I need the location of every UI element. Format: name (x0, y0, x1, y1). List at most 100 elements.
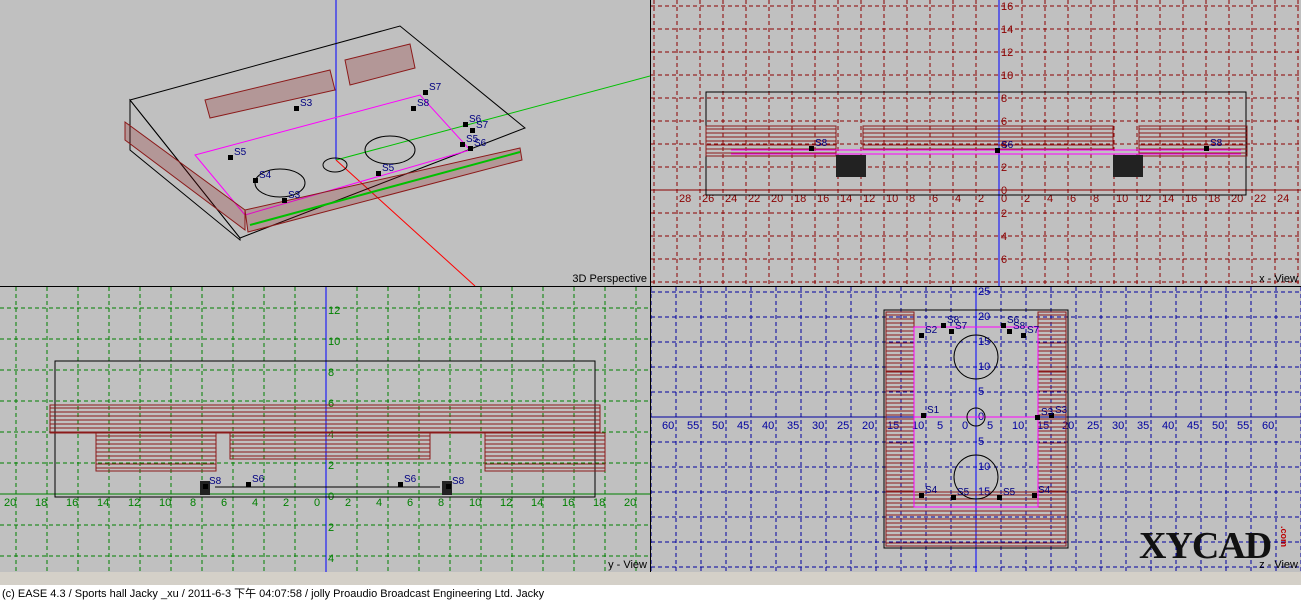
y-tick-label: 4 (328, 553, 334, 565)
x-tick-label: 18 (593, 497, 605, 509)
x-tick-label: 2 (283, 497, 289, 509)
speaker-marker (809, 146, 814, 151)
speaker-marker (919, 333, 924, 338)
speaker-label: S1 (927, 405, 940, 416)
x-tick-label: 30 (1112, 420, 1124, 432)
speaker-label: S3 (1055, 405, 1068, 416)
x-view-label: x - View (1259, 273, 1298, 285)
speaker-label: S4 (925, 485, 938, 496)
seating-right (244, 147, 523, 233)
y-view-viewport[interactable]: 20 18 16 14 12 10 8 6 4 2 0 2 4 6 8 10 12 14 16 18 20 12 10 8 6 4… (0, 287, 650, 572)
speaker-marker (460, 142, 465, 147)
y-tick-label: 4 (1001, 231, 1007, 243)
x-view-canvas: 28 26 24 22 20 18 16 14 12 10 8 6 4 2 0 2 4 6 8 10 12 14 16 18 2… (651, 0, 1301, 286)
speaker-marker (470, 128, 475, 133)
x-tick-label: 50 (712, 420, 724, 432)
y-tick-label: 2 (328, 522, 334, 534)
speaker-marker (446, 484, 451, 489)
xycad-logo: XYCAD .com (1139, 520, 1289, 570)
y-tick-label: 12 (328, 305, 340, 317)
speaker-marker (995, 148, 1000, 153)
x-tick-label: 24 (1277, 193, 1289, 205)
x-tick-label: 4 (252, 497, 258, 509)
x-tick-label: 4 (376, 497, 382, 509)
status-spacer (0, 572, 1301, 585)
speaker-marker (921, 413, 926, 418)
speaker-label: S4 (259, 170, 272, 181)
y-tick-label: 10 (978, 461, 990, 473)
speaker-marker (253, 178, 258, 183)
seating-center (862, 125, 1114, 151)
x-tick-label: 28 (679, 193, 691, 205)
y-view-canvas: 20 18 16 14 12 10 8 6 4 2 0 2 4 6 8 10 12 14 16 18 201210864… (0, 287, 650, 572)
x-tick-label: 25 (1087, 420, 1099, 432)
y-tick-label: 12 (1001, 47, 1013, 59)
y-tick-label: 25 (978, 287, 990, 298)
x-tick-label: 30 (812, 420, 824, 432)
speaker-marker (203, 484, 208, 489)
perspective-canvas: S3S7S8S6S5S5S4S3S5S6S7 (124, 0, 650, 286)
x-tick-label: 20 (624, 497, 636, 509)
x-tick-label: 40 (762, 420, 774, 432)
speaker-label: S7 (476, 120, 489, 131)
speaker-marker (411, 106, 416, 111)
horizontal-splitter[interactable] (0, 286, 1301, 287)
logo-suffix: .com (1279, 526, 1289, 548)
speaker-label: S6 (404, 474, 417, 485)
speaker-marker (1032, 493, 1037, 498)
x-tick-label: 15 (887, 420, 899, 432)
y-tick-label: 2 (328, 460, 334, 472)
speaker-label: S6 (252, 474, 265, 485)
speaker-label: S3 (1041, 407, 1054, 418)
speaker-marker (398, 482, 403, 487)
y-tick-label: 8 (1001, 93, 1007, 105)
speaker-marker (1007, 329, 1012, 334)
y-tick-label: 14 (1001, 24, 1013, 36)
perspective-viewport[interactable]: S3 S7 S8 S6 S5 S5 S4 S3 S5 S6 S7 3D Perspective (0, 0, 650, 286)
y-tick-label: 5 (978, 436, 984, 448)
speaker-marker (1035, 415, 1040, 420)
speaker-label: S8 (1210, 138, 1223, 149)
speaker-label: S7 (955, 321, 968, 332)
speaker-label: S5 (382, 163, 395, 174)
x-tick-label: 10 (1012, 420, 1024, 432)
seating-front (124, 121, 246, 231)
speaker-marker (294, 106, 299, 111)
x-tick-label: 55 (687, 420, 699, 432)
x-tick-label: 45 (737, 420, 749, 432)
speaker-label: S3 (300, 98, 313, 109)
speaker-marker (246, 482, 251, 487)
x-view-viewport[interactable]: 28 26 24 22 20 18 16 14 12 10 8 6 4 2 0 2 4 6 8 10 12 14 16 18 2… (651, 0, 1301, 286)
x-tick-label: 50 (1212, 420, 1224, 432)
speaker-marker (1021, 333, 1026, 338)
seating-back-right (344, 43, 416, 86)
x-tick-label: 14 (97, 497, 109, 509)
x-tick-label: 60 (1262, 420, 1274, 432)
speaker-marker (1204, 146, 1209, 151)
speaker-label: S5 (1003, 487, 1016, 498)
speaker-label: S7 (429, 82, 442, 93)
speaker-marker (228, 155, 233, 160)
x-tick-label: 16 (66, 497, 78, 509)
speaker-label: S5 (957, 487, 970, 498)
y-tick-label: 2 (1001, 208, 1007, 220)
logo-text: XYCAD (1139, 525, 1272, 567)
seating-east (1037, 371, 1067, 493)
x-tick-label: 45 (1187, 420, 1199, 432)
y-tick-label: 6 (1001, 254, 1007, 266)
perspective-label: 3D Perspective (572, 273, 647, 285)
speaker-label: S3 (288, 190, 301, 201)
seating-upper (49, 404, 601, 434)
y-tick-label: 4 (328, 429, 334, 441)
x-tick-label: 60 (662, 420, 674, 432)
x-tick-label: 2 (345, 497, 351, 509)
speaker-label: S8 (1013, 321, 1026, 332)
y-tick-label: 10 (978, 361, 990, 373)
speaker-label: S8 (452, 476, 465, 487)
speaker-label: S6 (1001, 140, 1014, 151)
speaker-label: S8 (417, 98, 430, 109)
x-tick-label: 6 (407, 497, 413, 509)
x-tick-label: 8 (438, 497, 444, 509)
x-tick-label: 35 (787, 420, 799, 432)
x-tick-label: 25 (837, 420, 849, 432)
